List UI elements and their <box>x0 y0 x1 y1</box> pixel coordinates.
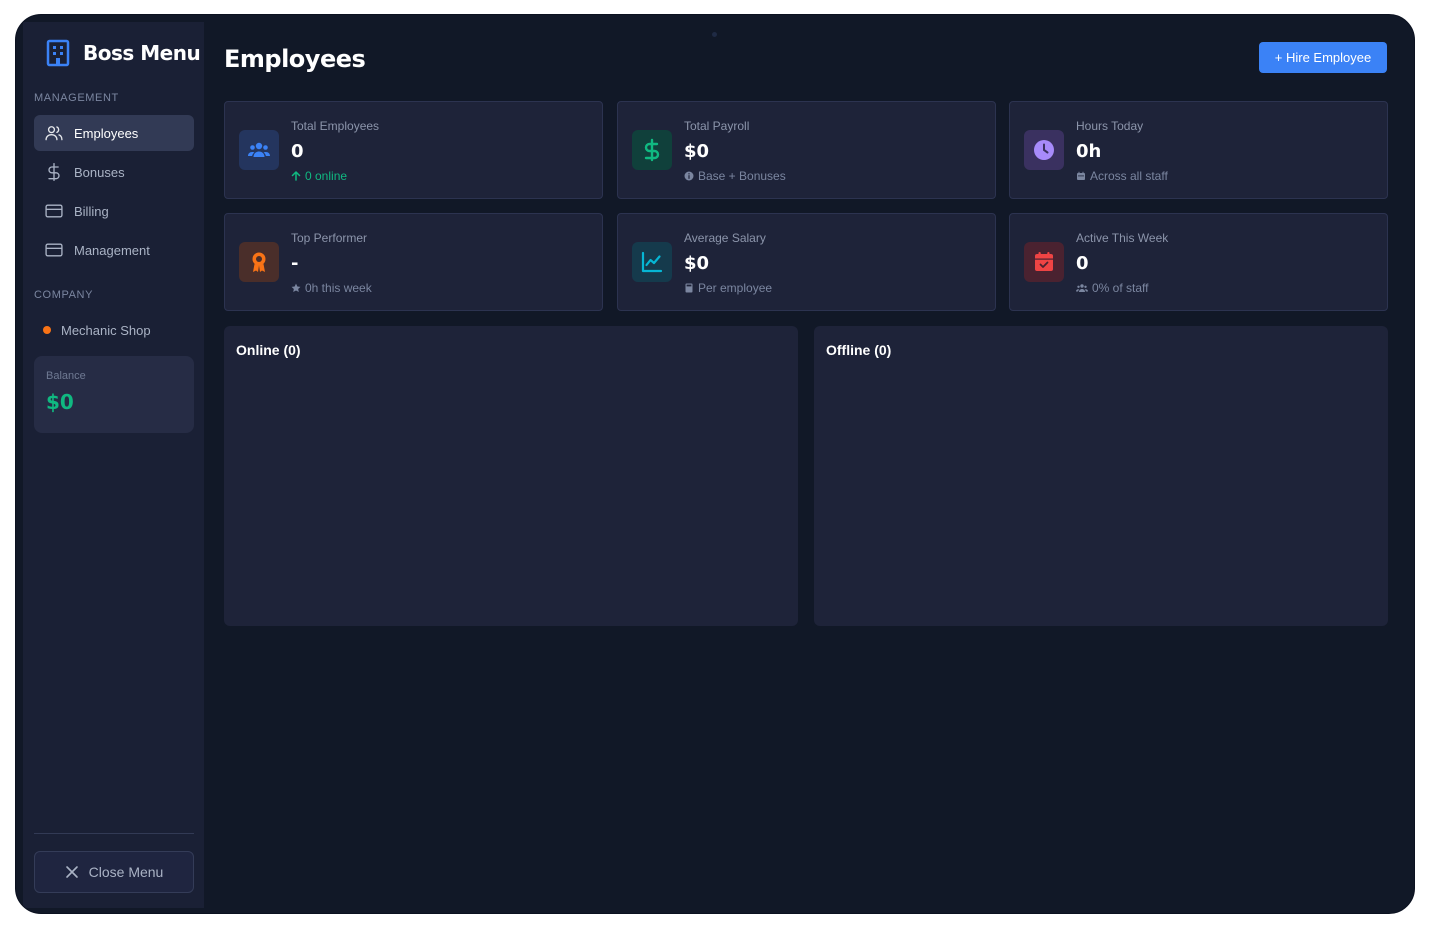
sidebar-item-management[interactable]: Management <box>34 232 194 268</box>
chart-line-icon <box>632 242 672 282</box>
arrow-up-icon <box>291 171 301 181</box>
stat-value: - <box>291 253 299 274</box>
star-icon <box>291 283 301 293</box>
stat-sub-text: Across all staff <box>1090 169 1168 183</box>
camera-dot <box>712 32 717 37</box>
sidebar-item-label: Employees <box>74 125 139 141</box>
users-icon <box>1076 284 1088 292</box>
stat-label: Active This Week <box>1076 231 1169 245</box>
page-title: Employees <box>224 45 366 73</box>
stat-sub-text: Per employee <box>698 281 773 295</box>
close-menu-label: Close Menu <box>88 864 164 880</box>
boss-menu-window: Boss Menu MANAGEMENT Employees Bonuses B… <box>15 14 1415 914</box>
stat-value: $0 <box>684 141 710 162</box>
stat-card-average-salary: Average Salary $0 Per employee <box>617 213 996 311</box>
stat-sub: 0% of staff <box>1076 281 1148 295</box>
sidebar-item-employees[interactable]: Employees <box>34 115 194 151</box>
stat-sub: 0h this week <box>291 281 372 295</box>
offline-panel: Offline (0) <box>814 326 1388 626</box>
stat-sub: Per employee <box>684 281 772 295</box>
calendar-check-icon <box>1024 242 1064 282</box>
stat-label: Top Performer <box>291 231 368 245</box>
stat-card-active-this-week: Active This Week 0 0% of staff <box>1009 213 1388 311</box>
stat-sub: Base + Bonuses <box>684 169 786 183</box>
status-dot-icon <box>43 326 51 334</box>
stat-sub: Across all staff <box>1076 169 1168 183</box>
dollar-icon <box>632 130 672 170</box>
balance-label: Balance <box>46 370 86 382</box>
balance-card: Balance $0 <box>34 356 194 433</box>
stat-card-top-performer: Top Performer - 0h this week <box>224 213 603 311</box>
calculator-icon <box>685 283 693 293</box>
sidebar: Boss Menu MANAGEMENT Employees Bonuses B… <box>23 22 204 908</box>
stat-label: Average Salary <box>684 231 766 245</box>
clock-icon <box>1024 130 1064 170</box>
stat-card-total-employees: Total Employees 0 0 online <box>224 101 603 199</box>
stat-card-hours-today: Hours Today 0h Across all staff <box>1009 101 1388 199</box>
calendar-icon <box>1077 171 1085 180</box>
sidebar-divider <box>34 833 194 834</box>
company-name: Mechanic Shop <box>61 322 151 338</box>
stat-label: Hours Today <box>1076 119 1144 133</box>
close-icon <box>65 866 78 878</box>
award-icon <box>239 242 279 282</box>
brand: Boss Menu <box>45 39 201 67</box>
hire-employee-button[interactable]: + Hire Employee <box>1259 42 1387 73</box>
balance-value: $0 <box>46 390 74 414</box>
sidebar-item-label: Management <box>74 242 150 258</box>
card-icon <box>45 204 63 218</box>
online-panel-title: Online (0) <box>236 342 301 358</box>
stat-sub-text: 0 online <box>305 169 348 183</box>
brand-title: Boss Menu <box>83 41 201 65</box>
stat-sub: 0 online <box>291 169 347 183</box>
stat-sub-text: 0h this week <box>305 281 372 295</box>
stat-sub-text: Base + Bonuses <box>698 169 786 183</box>
offline-panel-title: Offline (0) <box>826 342 892 358</box>
info-icon <box>684 171 694 181</box>
company-item[interactable]: Mechanic Shop <box>34 318 194 342</box>
stat-label: Total Employees <box>291 119 380 133</box>
stat-value: 0 <box>1076 253 1089 274</box>
sidebar-item-label: Billing <box>74 203 109 219</box>
sidebar-item-bonuses[interactable]: Bonuses <box>34 154 194 190</box>
users-icon <box>45 126 63 141</box>
stat-sub-text: 0% of staff <box>1092 281 1149 295</box>
users-icon <box>239 130 279 170</box>
sidebar-item-billing[interactable]: Billing <box>34 193 194 229</box>
stat-value: $0 <box>684 253 710 274</box>
stat-card-total-payroll: Total Payroll $0 Base + Bonuses <box>617 101 996 199</box>
sidebar-item-label: Bonuses <box>74 164 125 180</box>
card-icon <box>45 243 63 257</box>
company-section-label: COMPANY <box>34 289 94 301</box>
building-icon <box>46 39 70 67</box>
management-section-label: MANAGEMENT <box>34 92 119 104</box>
dollar-icon <box>48 163 60 181</box>
stat-value: 0 <box>291 141 304 162</box>
stat-label: Total Payroll <box>684 119 750 133</box>
stat-value: 0h <box>1076 141 1102 162</box>
close-menu-button[interactable]: Close Menu <box>34 851 194 893</box>
online-panel: Online (0) <box>224 326 798 626</box>
